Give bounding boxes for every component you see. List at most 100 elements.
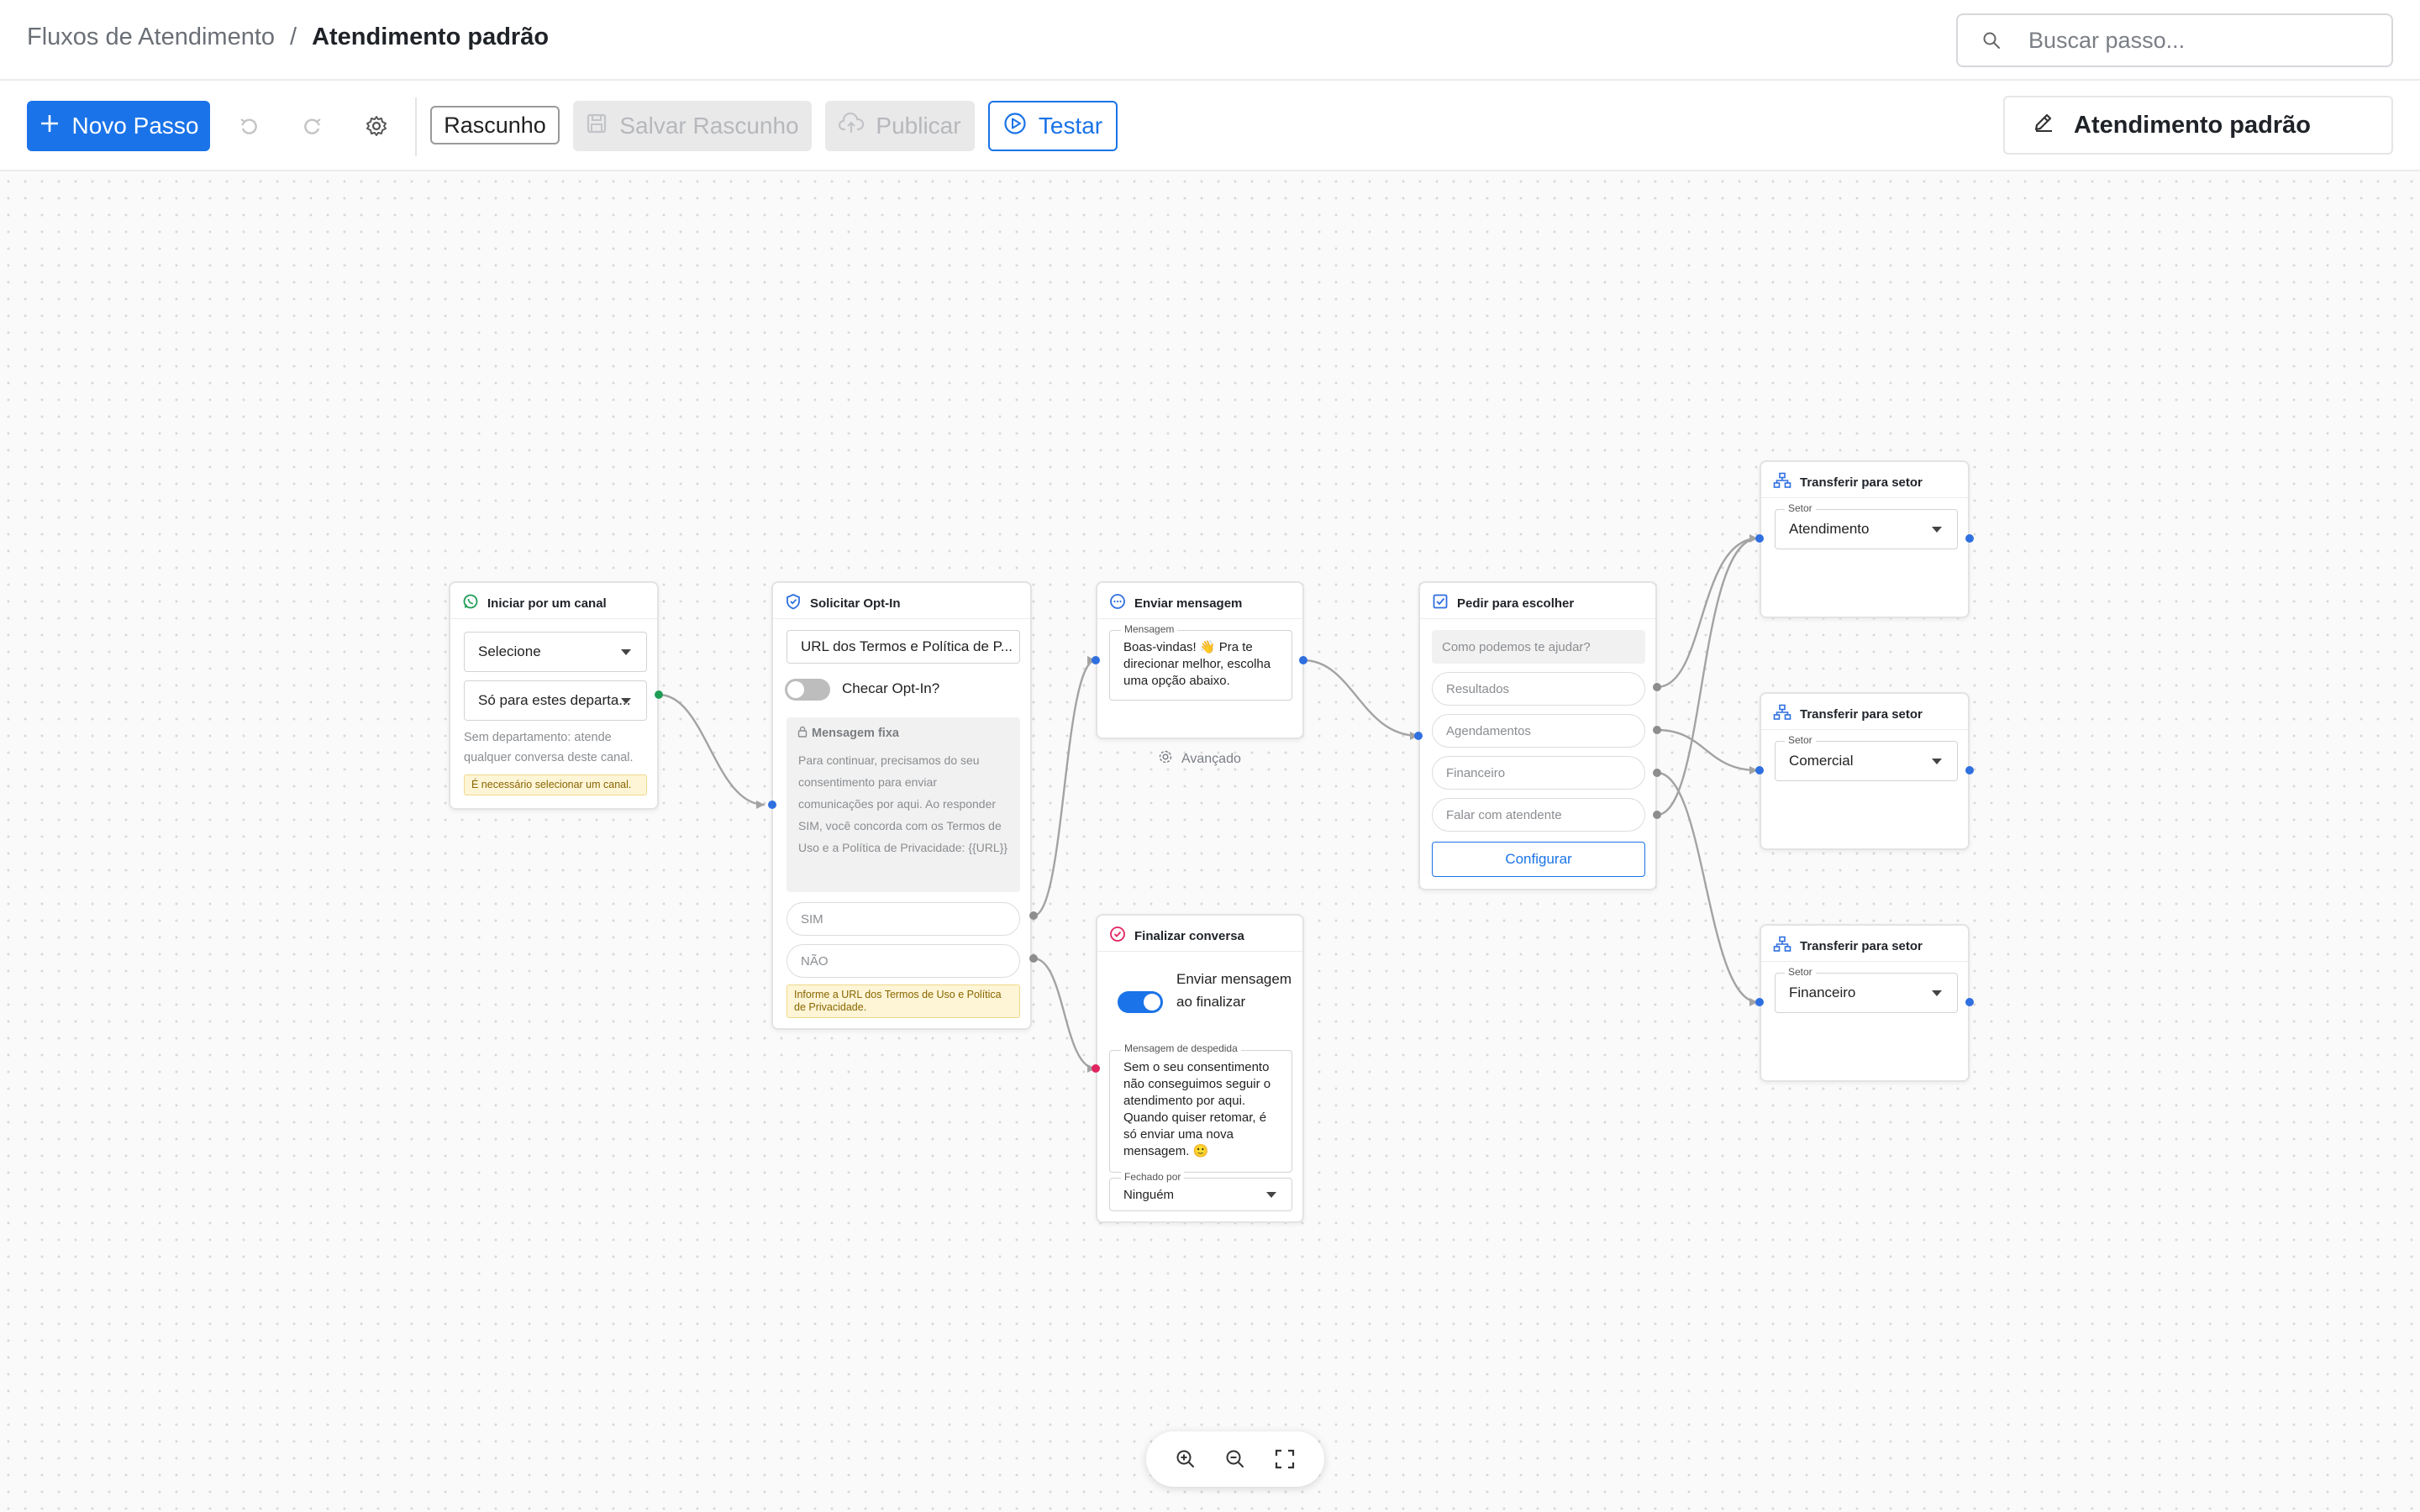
publish-label: Publicar: [876, 113, 961, 139]
terms-url-value: URL dos Termos e Política de P...: [801, 638, 1013, 654]
handle-choice-out[interactable]: [1653, 683, 1661, 691]
breadcrumb-separator: /: [290, 24, 297, 50]
departments-select[interactable]: Só para estes departa...: [464, 680, 647, 721]
sector-value: Financeiro: [1789, 984, 1856, 1000]
divider: [1097, 951, 1302, 952]
handle-send-out[interactable]: [1299, 656, 1307, 664]
flow-canvas[interactable]: [0, 173, 2420, 1512]
closed-by-select[interactable]: Ninguém: [1109, 1178, 1292, 1211]
divider: [450, 618, 657, 619]
handle-optin-no-out[interactable]: [1029, 954, 1038, 963]
handle-optin-yes-out[interactable]: [1029, 911, 1038, 920]
node-choose[interactable]: Pedir para escolher Como podemos te ajud…: [1418, 581, 1657, 890]
node-title-text: Transferir para setor: [1800, 475, 1923, 490]
redo-icon[interactable]: [292, 106, 333, 146]
sector-label: Setor: [1785, 502, 1816, 514]
breadcrumb-root-link[interactable]: Fluxos de Atendimento: [27, 24, 275, 51]
node-transfer-financeiro[interactable]: Transferir para setor Financeiro Setor: [1760, 924, 1970, 1082]
sector-value: Comercial: [1789, 753, 1854, 769]
farewell-message-field[interactable]: Sem o seu consentimento não conseguimos …: [1109, 1050, 1292, 1173]
choice-option[interactable]: Resultados: [1432, 672, 1645, 706]
handle-transfer-out[interactable]: [1965, 534, 1974, 543]
choice-option[interactable]: Falar com atendente: [1432, 798, 1645, 832]
divider: [1097, 618, 1302, 619]
closed-by-label: Fechado por: [1121, 1171, 1185, 1183]
sector-select[interactable]: Atendimento: [1775, 509, 1958, 549]
search-box[interactable]: [1956, 13, 2393, 67]
advanced-label: Avançado: [1181, 751, 1241, 766]
fixed-message-header: Mensagem fixa: [797, 726, 899, 741]
save-draft-label: Salvar Rascunho: [619, 113, 799, 139]
flow-name-text: Atendimento padrão: [2074, 111, 2311, 139]
choice-option[interactable]: Agendamentos: [1432, 714, 1645, 748]
end-message-toggle[interactable]: [1118, 991, 1163, 1013]
new-step-label: Novo Passo: [71, 113, 199, 139]
search-input[interactable]: [2028, 27, 2381, 54]
handle-start-out[interactable]: [655, 690, 663, 699]
node-title: Pedir para escolher: [1432, 593, 1574, 613]
chat-bubble-icon: [1109, 593, 1126, 613]
message-field[interactable]: Boas-vindas! 👋 Pra te direcionar melhor,…: [1109, 630, 1292, 701]
option-no[interactable]: NÃO: [786, 944, 1020, 978]
zoom-out-icon[interactable]: [1217, 1441, 1254, 1478]
fullscreen-icon[interactable]: [1266, 1441, 1303, 1478]
plus-icon: [39, 113, 60, 140]
node-optin[interactable]: Solicitar Opt-In URL dos Termos e Políti…: [771, 581, 1032, 1030]
play-icon: [1003, 112, 1027, 141]
choice-option[interactable]: Financeiro: [1432, 756, 1645, 790]
handle-transfer-in[interactable]: [1755, 766, 1764, 774]
option-yes[interactable]: SIM: [786, 902, 1020, 936]
node-transfer-comercial[interactable]: Transferir para setor Comercial Setor: [1760, 692, 1970, 850]
sector-select[interactable]: Comercial: [1775, 741, 1958, 781]
message-label: Mensagem: [1121, 623, 1178, 635]
flow-name-field[interactable]: Atendimento padrão: [2003, 96, 2393, 155]
warning-badge: É necessário selecionar um canal.: [464, 774, 647, 795]
handle-end-in[interactable]: [1092, 1064, 1100, 1073]
handle-transfer-out[interactable]: [1965, 766, 1974, 774]
sector-label: Setor: [1785, 966, 1816, 978]
chevron-down-icon: [621, 649, 631, 655]
channel-select-value: Selecione: [478, 643, 541, 659]
zoom-in-icon[interactable]: [1167, 1441, 1204, 1478]
optin-toggle[interactable]: [785, 679, 830, 701]
undo-icon[interactable]: [229, 106, 269, 146]
advanced-link[interactable]: Avançado: [1158, 749, 1241, 769]
handle-optin-in[interactable]: [768, 801, 776, 809]
chevron-down-icon: [1932, 759, 1942, 764]
gear-icon[interactable]: [356, 106, 397, 146]
fixed-message-title: Mensagem fixa: [812, 727, 899, 740]
handle-transfer-out[interactable]: [1965, 998, 1974, 1006]
handle-send-in[interactable]: [1092, 656, 1100, 664]
divider: [1761, 961, 1968, 962]
sitemap-icon: [1773, 704, 1791, 724]
handle-choice-out[interactable]: [1653, 726, 1661, 734]
toolbar: Novo Passo Rascunho Salvar Rascunho Publ…: [0, 81, 2420, 171]
handle-choose-in[interactable]: [1414, 732, 1423, 740]
sector-select[interactable]: Financeiro: [1775, 973, 1958, 1013]
node-transfer-atendimento[interactable]: Transferir para setor Atendimento Setor: [1760, 460, 1970, 618]
sitemap-icon: [1773, 936, 1791, 956]
save-draft-button[interactable]: Salvar Rascunho: [573, 101, 812, 151]
channel-select[interactable]: Selecione: [464, 632, 647, 672]
node-send-message[interactable]: Enviar mensagem Boas-vindas! 👋 Pra te di…: [1096, 581, 1304, 739]
node-title: Transferir para setor: [1773, 704, 1923, 724]
handle-transfer-in[interactable]: [1755, 534, 1764, 543]
fixed-message-box: Mensagem fixa Para continuar, precisamos…: [786, 717, 1020, 892]
hint-text: Sem departamento: atende qualquer conver…: [464, 731, 634, 764]
handle-choice-out[interactable]: [1653, 811, 1661, 819]
toolbar-divider: [415, 97, 417, 156]
handle-choice-out[interactable]: [1653, 769, 1661, 777]
node-start-channel[interactable]: Iniciar por um canal Selecione Só para e…: [449, 581, 659, 810]
draft-status-badge: Rascunho: [430, 106, 560, 144]
test-button[interactable]: Testar: [988, 101, 1118, 151]
publish-button[interactable]: Publicar: [825, 101, 975, 151]
node-title-text: Transferir para setor: [1800, 938, 1923, 953]
question-field[interactable]: Como podemos te ajudar?: [1432, 630, 1645, 664]
handle-transfer-in[interactable]: [1755, 998, 1764, 1006]
new-step-button[interactable]: Novo Passo: [27, 101, 210, 151]
node-end-conversation[interactable]: Finalizar conversa Enviar mensagem ao fi…: [1096, 914, 1304, 1223]
farewell-message-text: Sem o seu consentimento não conseguimos …: [1123, 1060, 1271, 1158]
configure-button[interactable]: Configurar: [1432, 842, 1645, 877]
terms-url-input[interactable]: URL dos Termos e Política de P...: [786, 630, 1020, 664]
app-header: Fluxos de Atendimento / Atendimento padr…: [0, 0, 2420, 81]
